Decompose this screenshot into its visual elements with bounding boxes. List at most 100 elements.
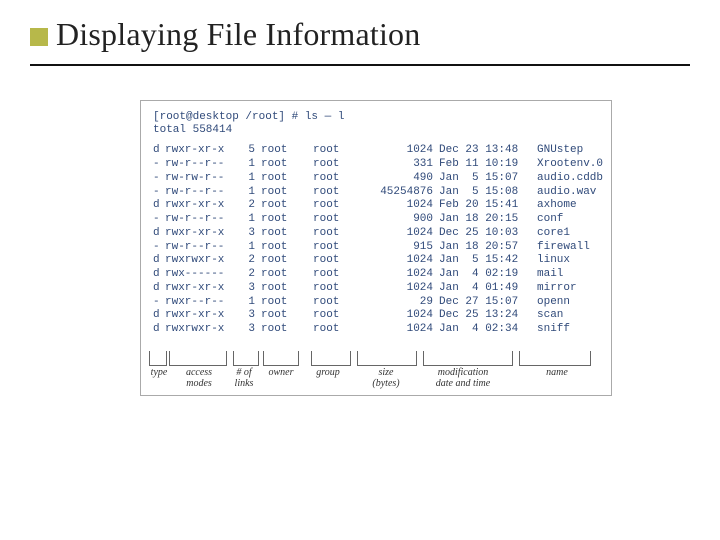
cell-group: root bbox=[301, 268, 367, 282]
label-group: group bbox=[301, 367, 355, 389]
cell-name: scan bbox=[531, 309, 599, 323]
title-underline bbox=[30, 64, 690, 66]
label-name: name bbox=[509, 367, 605, 389]
cell-type: d bbox=[153, 144, 163, 158]
cell-group: root bbox=[301, 213, 367, 227]
cell-group: root bbox=[301, 172, 367, 186]
file-row: drwxrwxr-x3rootroot1024Jan 4 02:34sniff bbox=[153, 323, 599, 337]
cell-perm: rw-rw-r-- bbox=[163, 172, 233, 186]
cell-type: - bbox=[153, 213, 163, 227]
file-rows: drwxr-xr-x5rootroot1024Dec 23 13:48GNUst… bbox=[153, 144, 599, 337]
cell-group: root bbox=[301, 158, 367, 172]
cell-name: firewall bbox=[531, 241, 599, 255]
label-size: size (bytes) bbox=[355, 367, 417, 389]
cell-date: Jan 5 15:07 bbox=[433, 172, 531, 186]
cell-links: 2 bbox=[233, 268, 255, 282]
cell-group: root bbox=[301, 186, 367, 200]
cell-date: Jan 4 02:19 bbox=[433, 268, 531, 282]
cell-size: 1024 bbox=[367, 254, 433, 268]
cell-type: d bbox=[153, 199, 163, 213]
file-row: -rw-r--r--1rootroot331Feb 11 10:19Xroote… bbox=[153, 158, 599, 172]
cell-links: 3 bbox=[233, 227, 255, 241]
cell-name: mirror bbox=[531, 282, 599, 296]
cell-type: d bbox=[153, 227, 163, 241]
cell-group: root bbox=[301, 241, 367, 255]
cell-name: axhome bbox=[531, 199, 599, 213]
cell-size: 1024 bbox=[367, 323, 433, 337]
cell-type: d bbox=[153, 268, 163, 282]
cell-size: 915 bbox=[367, 241, 433, 255]
file-row: drwxr-xr-x2rootroot1024Feb 20 15:41axhom… bbox=[153, 199, 599, 213]
file-row: drwxr-xr-x5rootroot1024Dec 23 13:48GNUst… bbox=[153, 144, 599, 158]
cell-links: 1 bbox=[233, 213, 255, 227]
cell-group: root bbox=[301, 144, 367, 158]
cell-size: 331 bbox=[367, 158, 433, 172]
column-labels: type access modes # of links owner group… bbox=[147, 367, 605, 389]
cell-group: root bbox=[301, 296, 367, 310]
label-links: # of links bbox=[227, 367, 261, 389]
cell-links: 1 bbox=[233, 158, 255, 172]
cell-date: Dec 23 13:48 bbox=[433, 144, 531, 158]
cell-group: root bbox=[301, 309, 367, 323]
file-row: drwxrwxr-x2rootroot1024Jan 5 15:42linux bbox=[153, 254, 599, 268]
cell-group: root bbox=[301, 323, 367, 337]
cell-size: 45254876 bbox=[367, 186, 433, 200]
cell-size: 1024 bbox=[367, 199, 433, 213]
cell-date: Jan 4 01:49 bbox=[433, 282, 531, 296]
cell-perm: rwxr-xr-x bbox=[163, 144, 233, 158]
cell-type: d bbox=[153, 254, 163, 268]
cell-owner: root bbox=[255, 268, 301, 282]
cell-name: sniff bbox=[531, 323, 599, 337]
cell-perm: rwxr-xr-x bbox=[163, 309, 233, 323]
cell-perm: rw-r--r-- bbox=[163, 186, 233, 200]
cell-perm: rw-r--r-- bbox=[163, 158, 233, 172]
cell-name: audio.wav bbox=[531, 186, 599, 200]
terminal-listing: [root@desktop /root] # ls — l total 5584… bbox=[140, 100, 612, 396]
label-perm: access modes bbox=[171, 367, 227, 389]
cell-date: Dec 25 10:03 bbox=[433, 227, 531, 241]
file-row: -rw-r--r--1rootroot900Jan 18 20:15conf bbox=[153, 213, 599, 227]
cell-type: - bbox=[153, 158, 163, 172]
cell-links: 3 bbox=[233, 282, 255, 296]
cell-owner: root bbox=[255, 323, 301, 337]
label-type: type bbox=[147, 367, 171, 389]
cell-links: 2 bbox=[233, 254, 255, 268]
cell-perm: rwxrwxr-x bbox=[163, 254, 233, 268]
cell-type: d bbox=[153, 282, 163, 296]
cell-perm: rwxr-xr-x bbox=[163, 199, 233, 213]
cell-date: Jan 18 20:15 bbox=[433, 213, 531, 227]
cell-type: - bbox=[153, 241, 163, 255]
slide: Displaying File Information [root@deskto… bbox=[0, 0, 720, 540]
cell-size: 900 bbox=[367, 213, 433, 227]
cell-date: Dec 25 13:24 bbox=[433, 309, 531, 323]
cell-perm: rw-r--r-- bbox=[163, 213, 233, 227]
cell-perm: rwxr--r-- bbox=[163, 296, 233, 310]
file-row: drwx------2rootroot1024Jan 4 02:19mail bbox=[153, 268, 599, 282]
cell-perm: rwxr-xr-x bbox=[163, 227, 233, 241]
cell-links: 1 bbox=[233, 296, 255, 310]
cell-date: Jan 5 15:08 bbox=[433, 186, 531, 200]
cell-date: Jan 4 02:34 bbox=[433, 323, 531, 337]
file-row: -rwxr--r--1rootroot29Dec 27 15:07openn bbox=[153, 296, 599, 310]
label-date: modification date and time bbox=[417, 367, 509, 389]
cell-owner: root bbox=[255, 172, 301, 186]
cell-type: d bbox=[153, 323, 163, 337]
slide-title: Displaying File Information bbox=[56, 16, 420, 53]
cell-size: 1024 bbox=[367, 268, 433, 282]
cell-size: 29 bbox=[367, 296, 433, 310]
cell-name: audio.cddb bbox=[531, 172, 603, 186]
cell-name: mail bbox=[531, 268, 599, 282]
cell-name: Xrootenv.0 bbox=[531, 158, 603, 172]
cell-links: 1 bbox=[233, 241, 255, 255]
cell-owner: root bbox=[255, 144, 301, 158]
cell-type: d bbox=[153, 309, 163, 323]
cell-type: - bbox=[153, 172, 163, 186]
cell-name: conf bbox=[531, 213, 599, 227]
cell-size: 1024 bbox=[367, 144, 433, 158]
cell-owner: root bbox=[255, 158, 301, 172]
file-row: -rw-rw-r--1rootroot490Jan 5 15:07audio.c… bbox=[153, 172, 599, 186]
cell-owner: root bbox=[255, 227, 301, 241]
cell-name: openn bbox=[531, 296, 599, 310]
cell-size: 1024 bbox=[367, 227, 433, 241]
cell-date: Feb 11 10:19 bbox=[433, 158, 531, 172]
